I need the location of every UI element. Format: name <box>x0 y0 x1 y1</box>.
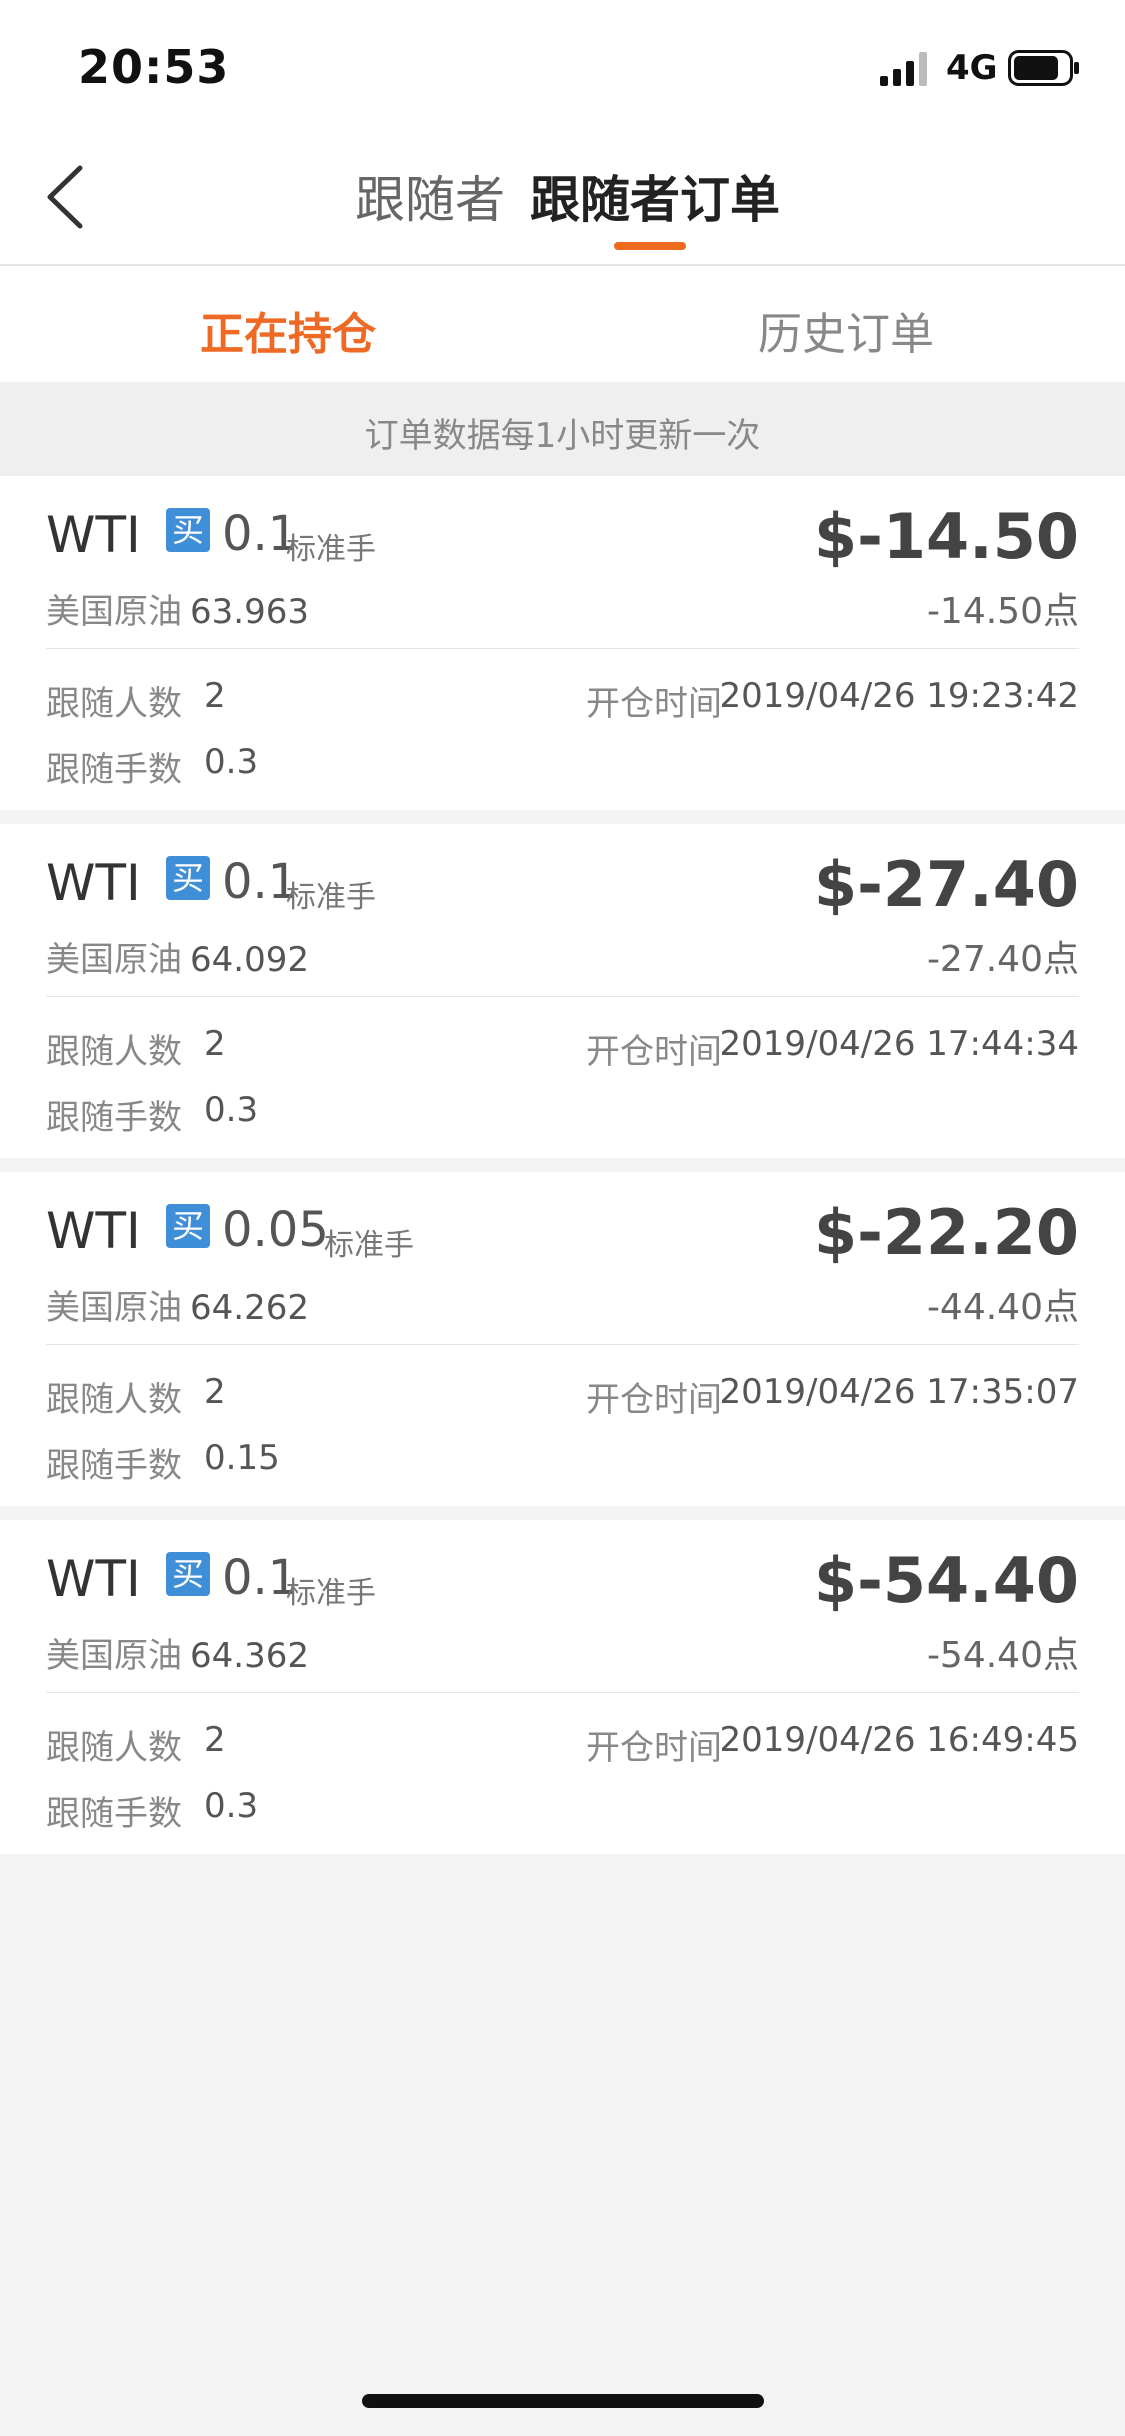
followers-count-label: 跟随人数 <box>46 1032 182 1072</box>
instrument-name: 美国原油 <box>46 940 182 980</box>
follow-lots-label: 跟随手数 <box>46 1446 182 1486</box>
nav-bar: 跟随者 跟随者订单 <box>0 130 1125 266</box>
lots-unit: 标准手 <box>324 1228 414 1263</box>
follow-lots-label: 跟随手数 <box>46 1794 182 1834</box>
instrument-row: 美国原油 64.092 <box>46 932 309 981</box>
followers-count-label: 跟随人数 <box>46 1728 182 1768</box>
follow-lots-value: 0.3 <box>204 1090 259 1130</box>
open-time-value: 2019/04/26 16:49:45 <box>719 1720 1079 1760</box>
sub-tabs: 正在持仓 历史订单 <box>0 266 1125 382</box>
active-tab-indicator <box>614 242 686 250</box>
page: 20:53 4G 跟随者 跟随者订单 正在持仓 历史订单 订单数据每1小时更新一… <box>0 0 1125 2436</box>
order-symbol: WTI <box>46 854 141 912</box>
lots-unit: 标准手 <box>286 880 376 915</box>
order-card[interactable]: WTI 买 0.1 标准手 $-54.40 美国原油 64.362 -54.40点… <box>0 1520 1125 1854</box>
profit-amount: $-22.20 <box>814 1196 1079 1269</box>
card-divider <box>46 1344 1079 1345</box>
profit-points: -27.40点 <box>926 939 1079 980</box>
follow-lots-value: 0.3 <box>204 742 259 782</box>
instrument-row: 美国原油 64.362 <box>46 1628 309 1677</box>
network-label: 4G <box>946 48 998 88</box>
instrument-price: 64.362 <box>190 1636 309 1676</box>
open-time-value: 2019/04/26 19:23:42 <box>719 676 1079 716</box>
signal-icon <box>880 52 927 86</box>
status-bar: 20:53 4G <box>0 0 1125 130</box>
instrument-row: 美国原油 63.963 <box>46 584 309 633</box>
open-time-value: 2019/04/26 17:35:07 <box>719 1372 1079 1412</box>
open-time-label: 开仓时间 <box>586 1728 722 1768</box>
order-symbol: WTI <box>46 506 141 564</box>
instrument-name: 美国原油 <box>46 1636 182 1676</box>
follow-lots-value: 0.3 <box>204 1786 259 1826</box>
instrument-name: 美国原油 <box>46 592 182 632</box>
instrument-price: 63.963 <box>190 592 309 632</box>
tab-order-history[interactable]: 历史订单 <box>758 298 934 362</box>
buy-badge: 买 <box>166 1552 210 1596</box>
followers-count-value: 2 <box>204 1372 226 1412</box>
buy-badge: 买 <box>166 508 210 552</box>
order-card[interactable]: WTI 买 0.1 标准手 $-27.40 美国原油 64.092 -27.40点… <box>0 824 1125 1158</box>
lots-unit: 标准手 <box>286 532 376 567</box>
buy-badge: 买 <box>166 1204 210 1248</box>
instrument-row: 美国原油 64.262 <box>46 1280 309 1329</box>
order-lots: 0.05 <box>222 1202 329 1258</box>
home-indicator[interactable] <box>362 2394 764 2408</box>
card-divider <box>46 1692 1079 1693</box>
followers-count-value: 2 <box>204 1720 226 1760</box>
tab-open-positions[interactable]: 正在持仓 <box>200 298 376 362</box>
chevron-left-icon[interactable] <box>40 162 100 232</box>
buy-badge: 买 <box>166 856 210 900</box>
instrument-price: 64.262 <box>190 1288 309 1328</box>
card-divider <box>46 648 1079 649</box>
open-time-value: 2019/04/26 17:44:34 <box>719 1024 1079 1064</box>
order-card[interactable]: WTI 买 0.1 标准手 $-14.50 美国原油 63.963 -14.50点… <box>0 476 1125 810</box>
follow-lots-value: 0.15 <box>204 1438 280 1478</box>
lots-unit: 标准手 <box>286 1576 376 1611</box>
followers-count-label: 跟随人数 <box>46 1380 182 1420</box>
card-divider <box>46 996 1079 997</box>
order-symbol: WTI <box>46 1550 141 1608</box>
open-time-label: 开仓时间 <box>586 1380 722 1420</box>
followers-count-value: 2 <box>204 1024 226 1064</box>
profit-points: -54.40点 <box>926 1635 1079 1676</box>
update-notice: 订单数据每1小时更新一次 <box>364 416 761 456</box>
battery-icon <box>1008 50 1079 86</box>
profit-amount: $-54.40 <box>814 1544 1079 1617</box>
open-time-label: 开仓时间 <box>586 1032 722 1072</box>
tab-followers[interactable]: 跟随者 <box>355 160 505 232</box>
order-card[interactable]: WTI 买 0.05 标准手 $-22.20 美国原油 64.262 -44.40… <box>0 1172 1125 1506</box>
order-symbol: WTI <box>46 1202 141 1260</box>
instrument-price: 64.092 <box>190 940 309 980</box>
followers-count-label: 跟随人数 <box>46 684 182 724</box>
followers-count-value: 2 <box>204 676 226 716</box>
profit-points: -14.50点 <box>926 591 1079 632</box>
follow-lots-label: 跟随手数 <box>46 1098 182 1138</box>
tab-follower-orders[interactable]: 跟随者订单 <box>530 160 780 232</box>
notice-bar: 订单数据每1小时更新一次 <box>0 382 1125 477</box>
open-time-label: 开仓时间 <box>586 684 722 724</box>
profit-amount: $-14.50 <box>814 500 1079 573</box>
status-time: 20:53 <box>78 40 230 94</box>
instrument-name: 美国原油 <box>46 1288 182 1328</box>
profit-points: -44.40点 <box>926 1287 1079 1328</box>
follow-lots-label: 跟随手数 <box>46 750 182 790</box>
profit-amount: $-27.40 <box>814 848 1079 921</box>
